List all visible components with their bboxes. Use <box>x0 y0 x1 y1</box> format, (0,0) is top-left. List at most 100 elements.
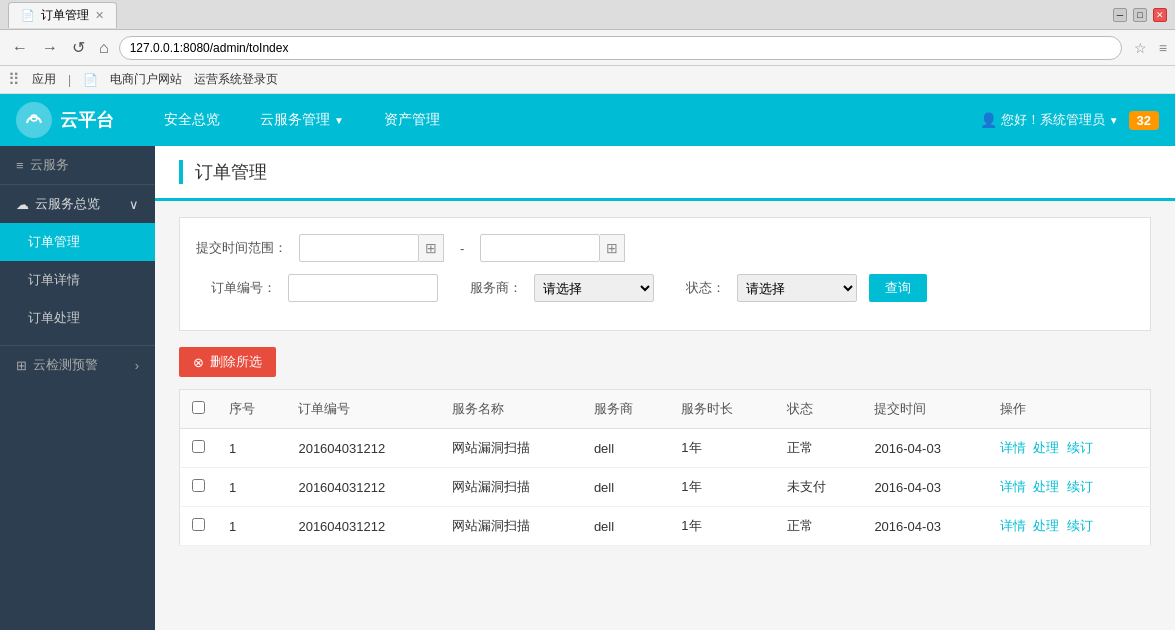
forward-button[interactable]: → <box>38 37 62 59</box>
date-end-wrapper: ⊞ <box>480 234 625 262</box>
maximize-button[interactable]: □ <box>1133 8 1147 22</box>
delete-selected-button[interactable]: ⊗ 删除所选 <box>179 347 276 377</box>
cell-status: 正常 <box>775 429 862 468</box>
calendar-start-icon[interactable]: ⊞ <box>419 234 444 262</box>
bookmark-ecommerce[interactable]: 电商门户网站 <box>110 71 182 88</box>
date-range-label: 提交时间范围： <box>196 239 287 257</box>
bookmark-apps[interactable]: 应用 <box>32 71 56 88</box>
cell-order-no: 201604031212 <box>286 429 440 468</box>
nav-security[interactable]: 安全总览 <box>144 94 240 146</box>
action-detail-2[interactable]: 详情 <box>1000 518 1026 533</box>
row-checkbox-2[interactable] <box>192 518 205 531</box>
cell-actions: 详情 处理 续订 <box>988 507 1150 546</box>
header-duration: 服务时长 <box>669 390 775 429</box>
date-start-wrapper: ⊞ <box>299 234 444 262</box>
action-detail-0[interactable]: 详情 <box>1000 440 1026 455</box>
apps-icon[interactable]: ⠿ <box>8 70 20 89</box>
filter-row-date: 提交时间范围： ⊞ - ⊞ <box>196 234 1134 262</box>
nav-cloud[interactable]: 云服务管理 ▼ <box>240 94 364 146</box>
sidebar-order-management[interactable]: 订单管理 <box>0 223 155 261</box>
monitor-icon: ⊞ <box>16 358 27 373</box>
date-end-input[interactable] <box>480 234 600 262</box>
home-button[interactable]: ⌂ <box>95 37 113 59</box>
minimize-button[interactable]: ─ <box>1113 8 1127 22</box>
bookmark-ops[interactable]: 运营系统登录页 <box>194 71 278 88</box>
bookmark-divider: | <box>68 73 71 87</box>
page-header: 订单管理 <box>155 146 1175 201</box>
cell-status: 未支付 <box>775 468 862 507</box>
status-select[interactable]: 请选择 <box>737 274 857 302</box>
cell-status: 正常 <box>775 507 862 546</box>
user-icon: 👤 <box>980 112 997 128</box>
action-renew-1[interactable]: 续订 <box>1067 479 1093 494</box>
tab-close-icon[interactable]: ✕ <box>95 9 104 22</box>
filter-section: 提交时间范围： ⊞ - ⊞ 订单编号： <box>179 217 1151 331</box>
row-checkbox-cell <box>180 468 218 507</box>
header-submit-time: 提交时间 <box>862 390 988 429</box>
window-controls: ─ □ ✕ <box>1113 8 1167 22</box>
header-seq: 序号 <box>217 390 286 429</box>
user-info[interactable]: 👤 您好！系统管理员 ▼ <box>980 111 1119 129</box>
status-label: 状态： <box>686 279 725 297</box>
reload-button[interactable]: ↺ <box>68 36 89 59</box>
action-process-0[interactable]: 处理 <box>1033 440 1059 455</box>
menu-icon[interactable]: ≡ <box>1159 40 1167 56</box>
data-table: 序号 订单编号 服务名称 服务商 服务时长 状态 提交时间 操作 <box>179 389 1151 546</box>
row-checkbox-cell <box>180 507 218 546</box>
action-process-1[interactable]: 处理 <box>1033 479 1059 494</box>
top-nav-links: 安全总览 云服务管理 ▼ 资产管理 <box>144 94 980 146</box>
table-row: 1 201604031212 网站漏洞扫描 dell 1年 未支付 2016-0… <box>180 468 1151 507</box>
query-button[interactable]: 查询 <box>869 274 927 302</box>
action-detail-1[interactable]: 详情 <box>1000 479 1026 494</box>
notification-badge[interactable]: 32 <box>1129 111 1159 130</box>
header-vendor: 服务商 <box>582 390 669 429</box>
browser-addressbar: ← → ↺ ⌂ ☆ ≡ <box>0 30 1175 66</box>
cell-duration: 1年 <box>669 429 775 468</box>
cell-vendor: dell <box>582 429 669 468</box>
sidebar-cloud-overview[interactable]: ☁ 云服务总览 ∨ <box>0 185 155 223</box>
main-layout: ≡ 云服务 ☁ 云服务总览 ∨ 订单管理 订单详情 订单处理 ⊞ <box>0 146 1175 630</box>
address-input[interactable] <box>119 36 1122 60</box>
sidebar-section-monitor[interactable]: ⊞ 云检测预警 › <box>0 345 155 384</box>
cell-service: 网站漏洞扫描 <box>440 429 582 468</box>
sidebar-order-process[interactable]: 订单处理 <box>0 299 155 337</box>
close-button[interactable]: ✕ <box>1153 8 1167 22</box>
cell-submit-time: 2016-04-03 <box>862 429 988 468</box>
header-actions: 操作 <box>988 390 1150 429</box>
nav-assets[interactable]: 资产管理 <box>364 94 460 146</box>
vendor-select[interactable]: 请选择 <box>534 274 654 302</box>
date-start-input[interactable] <box>299 234 419 262</box>
grid-icon: ≡ <box>16 158 24 173</box>
cell-vendor: dell <box>582 468 669 507</box>
select-all-checkbox[interactable] <box>192 401 205 414</box>
app-container: 云平台 安全总览 云服务管理 ▼ 资产管理 👤 您好！系统管理员 ▼ 32 <box>0 94 1175 630</box>
date-dash: - <box>456 241 468 256</box>
row-checkbox-0[interactable] <box>192 440 205 453</box>
header-service-name: 服务名称 <box>440 390 582 429</box>
browser-tab[interactable]: 📄 订单管理 ✕ <box>8 2 117 28</box>
sidebar-order-detail[interactable]: 订单详情 <box>0 261 155 299</box>
back-button[interactable]: ← <box>8 37 32 59</box>
order-no-input[interactable] <box>288 274 438 302</box>
sidebar-section-cloud: ≡ 云服务 <box>0 146 155 185</box>
row-checkbox-1[interactable] <box>192 479 205 492</box>
bookmarks-bar: ⠿ 应用 | 📄 电商门户网站 运营系统登录页 <box>0 66 1175 94</box>
top-nav: 云平台 安全总览 云服务管理 ▼ 资产管理 👤 您好！系统管理员 ▼ 32 <box>0 94 1175 146</box>
action-renew-0[interactable]: 续订 <box>1067 440 1093 455</box>
top-nav-right: 👤 您好！系统管理员 ▼ 32 <box>980 111 1159 130</box>
cell-service: 网站漏洞扫描 <box>440 507 582 546</box>
calendar-end-icon[interactable]: ⊞ <box>600 234 625 262</box>
vendor-label: 服务商： <box>470 279 522 297</box>
sidebar: ≡ 云服务 ☁ 云服务总览 ∨ 订单管理 订单详情 订单处理 ⊞ <box>0 146 155 630</box>
cell-seq: 1 <box>217 507 286 546</box>
cell-duration: 1年 <box>669 507 775 546</box>
page-title: 订单管理 <box>179 160 1151 184</box>
cell-seq: 1 <box>217 468 286 507</box>
header-status: 状态 <box>775 390 862 429</box>
cell-order-no: 201604031212 <box>286 507 440 546</box>
header-order-no: 订单编号 <box>286 390 440 429</box>
action-renew-2[interactable]: 续订 <box>1067 518 1093 533</box>
logo: 云平台 <box>16 102 144 138</box>
bookmark-star-icon[interactable]: ☆ <box>1128 38 1153 58</box>
action-process-2[interactable]: 处理 <box>1033 518 1059 533</box>
